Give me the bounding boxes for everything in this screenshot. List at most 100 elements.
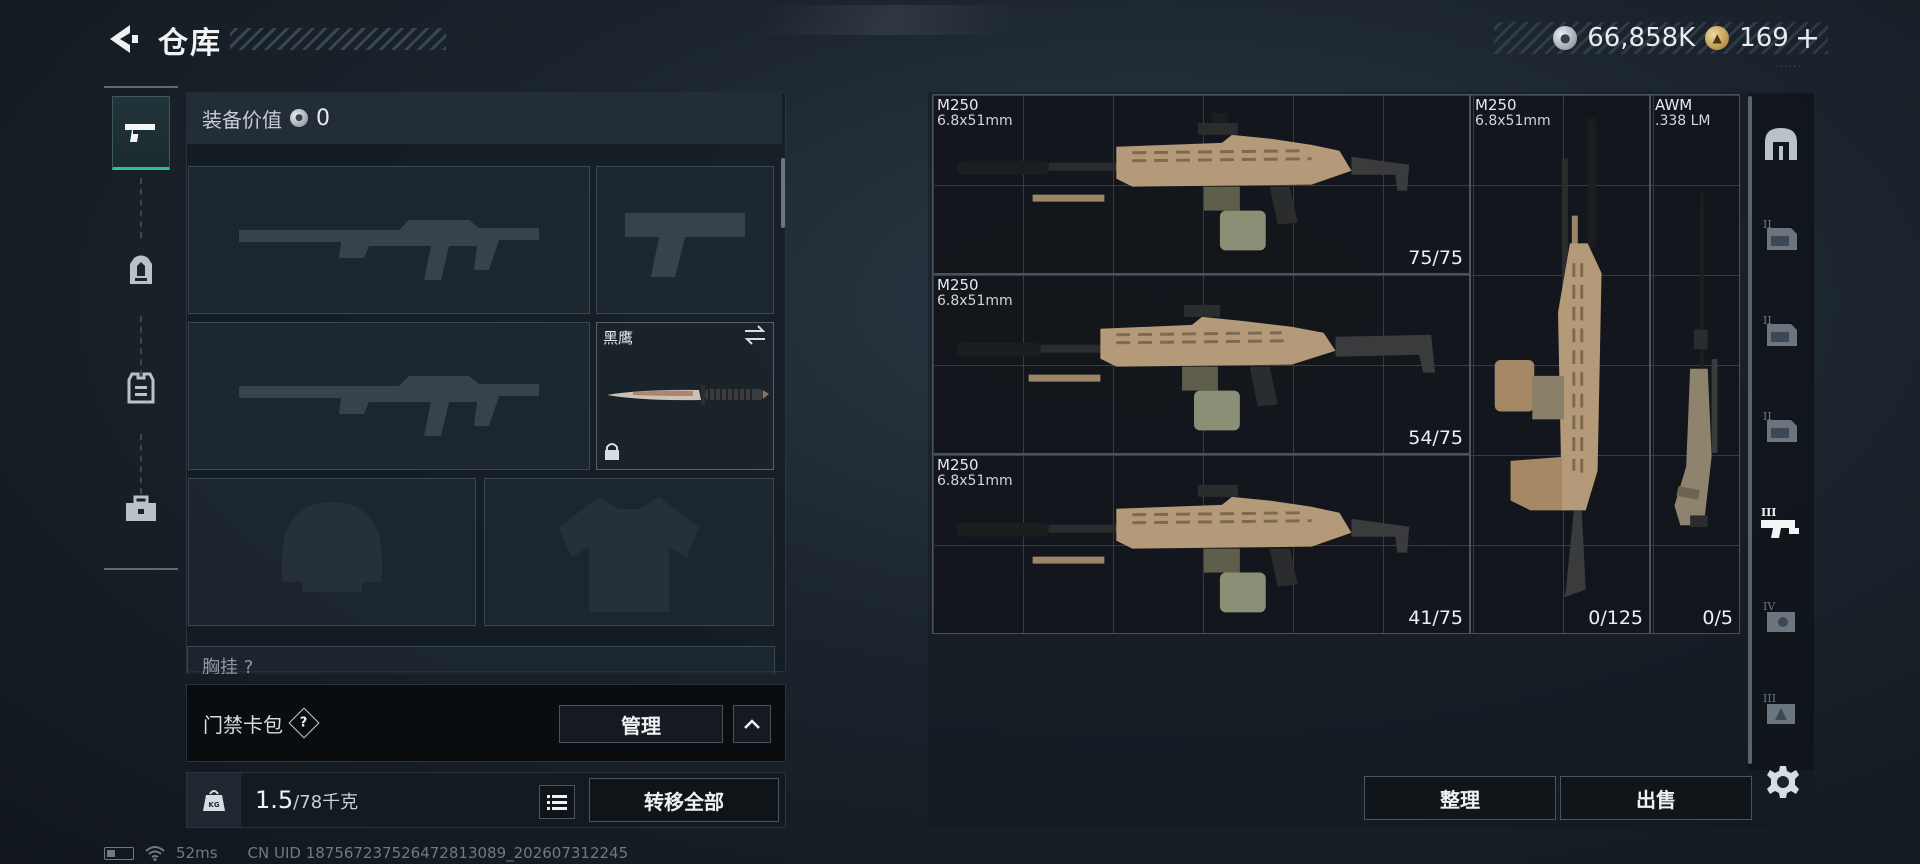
storage-filter-column: II II II III IV III bbox=[1748, 94, 1814, 770]
wifi-icon bbox=[145, 846, 165, 861]
sort-button[interactable]: 整理 bbox=[1364, 776, 1556, 820]
keycard-pack-bar: 门禁卡包 ? 管理 bbox=[186, 684, 786, 762]
settings-button[interactable] bbox=[1761, 760, 1805, 804]
list-icon bbox=[547, 795, 567, 810]
melee-slot[interactable]: 黑鹰 bbox=[596, 322, 774, 470]
storage-item-awm[interactable]: AWM .338 LM 0/5 bbox=[1650, 94, 1740, 634]
melee-item-name: 黑鹰 bbox=[603, 329, 634, 347]
machine-gun-image bbox=[956, 304, 1436, 431]
pistol-icon bbox=[125, 124, 155, 142]
help-icon[interactable]: ? bbox=[288, 707, 320, 739]
tier-iii-weapon-icon: III bbox=[1761, 506, 1799, 538]
machine-gun-image bbox=[956, 112, 1410, 251]
lock-icon bbox=[603, 441, 621, 465]
equipment-scrollbar[interactable] bbox=[781, 158, 785, 228]
equipment-value-header: 装备价值 ● 0 bbox=[186, 92, 782, 144]
filter-tier-ii-1[interactable]: II bbox=[1759, 212, 1803, 256]
tab-weapons[interactable] bbox=[112, 96, 170, 170]
tier-iii-case-icon: III bbox=[1763, 692, 1795, 724]
settings-gear-icon bbox=[1767, 766, 1799, 798]
silver-coin-icon: ● bbox=[1553, 26, 1578, 50]
equipment-value-label: 装备价值 bbox=[202, 107, 282, 132]
version-marker: · · · · · · bbox=[1776, 63, 1801, 71]
manage-button[interactable]: 管理 bbox=[559, 705, 723, 743]
helmet-silhouette-icon bbox=[189, 479, 475, 625]
machine-gun-vertical-image bbox=[1494, 118, 1602, 598]
helmet-slot[interactable] bbox=[188, 478, 476, 626]
rifle-silhouette-icon bbox=[189, 167, 589, 313]
filter-tier-iii-case[interactable]: III bbox=[1759, 686, 1803, 730]
back-button[interactable] bbox=[102, 20, 144, 58]
tab-divider bbox=[140, 178, 142, 238]
tier-ii-case-icon: II bbox=[1763, 410, 1797, 442]
title-stripe-decoration bbox=[230, 28, 446, 50]
weight-bar: KG 1.5/78千克 转移全部 bbox=[186, 772, 786, 828]
transfer-all-button[interactable]: 转移全部 bbox=[589, 778, 779, 822]
armor-slot[interactable] bbox=[484, 478, 774, 626]
tab-backpack[interactable] bbox=[112, 234, 170, 308]
swap-icon[interactable] bbox=[743, 325, 767, 349]
collapse-button[interactable] bbox=[733, 705, 771, 743]
svg-text:KG: KG bbox=[208, 801, 219, 809]
storage-scrollbar[interactable] bbox=[1748, 96, 1752, 764]
machine-gun-image bbox=[956, 484, 1410, 613]
back-arrow-icon bbox=[110, 25, 138, 53]
vest-icon bbox=[127, 372, 155, 404]
filter-tier-iv[interactable]: IV bbox=[1759, 594, 1803, 638]
storage-item-m250-4[interactable]: M250 6.8x51mm 0/125 bbox=[1470, 94, 1650, 634]
armor-silhouette-icon bbox=[485, 479, 773, 625]
pistol-slot[interactable] bbox=[596, 166, 774, 314]
carry-weight: 1.5/78千克 bbox=[255, 786, 359, 814]
list-view-button[interactable] bbox=[539, 785, 575, 819]
currency-bar: ● 66,858K ▲ 169 + bbox=[1494, 21, 1828, 56]
filter-tier-ii-2[interactable]: II bbox=[1759, 308, 1803, 352]
item-ammo-count: 75/75 bbox=[1408, 247, 1463, 269]
uid-readout: CN UID 187567237526472813089_20260731224… bbox=[247, 844, 629, 862]
svg-text:IV: IV bbox=[1763, 600, 1776, 613]
tier-ii-case-icon: II bbox=[1763, 218, 1797, 250]
tier-iv-case-icon: IV bbox=[1763, 600, 1795, 632]
briefcase-icon bbox=[126, 495, 156, 521]
equipment-category-tabs bbox=[104, 86, 178, 570]
keycard-pack-label: 门禁卡包 bbox=[203, 712, 283, 737]
sniper-rifle-image bbox=[1674, 192, 1718, 528]
tab-case[interactable] bbox=[112, 472, 170, 546]
item-ammo-count: 0/125 bbox=[1588, 607, 1643, 629]
storage-item-m250-2[interactable]: M250 6.8x51mm 54/75 bbox=[932, 274, 1470, 454]
item-ammo-count: 54/75 bbox=[1408, 427, 1463, 449]
gold-coin-icon: ▲ bbox=[1705, 26, 1730, 50]
add-currency-button[interactable]: + bbox=[1795, 21, 1820, 56]
battery-icon bbox=[104, 846, 134, 860]
filter-tier-ii-3[interactable]: II bbox=[1759, 404, 1803, 448]
primary-weapon-slot[interactable] bbox=[188, 166, 590, 314]
system-status-bar: 52ms CN UID 187567237526472813089_202607… bbox=[104, 844, 628, 862]
pistol-silhouette-icon bbox=[597, 167, 773, 313]
backpack-icon bbox=[130, 255, 152, 284]
chest-rig-slot[interactable]: 胸挂 ? bbox=[187, 646, 775, 674]
equipment-value: 0 bbox=[316, 105, 330, 131]
svg-text:III: III bbox=[1761, 506, 1776, 519]
tier-ii-case-icon: II bbox=[1763, 314, 1797, 346]
svg-text:III: III bbox=[1763, 692, 1776, 705]
filter-tier-iii-weapons[interactable]: III bbox=[1759, 500, 1803, 544]
silver-coin-icon: ● bbox=[290, 109, 308, 127]
chevron-up-icon bbox=[744, 719, 760, 729]
secondary-weapon-slot[interactable] bbox=[188, 322, 590, 470]
silver-amount: 66,858K bbox=[1587, 23, 1696, 53]
knife-image bbox=[607, 385, 769, 405]
gold-amount: 169 bbox=[1739, 23, 1789, 53]
helmet-category-icon bbox=[1765, 128, 1797, 160]
storage-item-m250-3[interactable]: M250 6.8x51mm 41/75 bbox=[932, 454, 1470, 634]
chest-rig-label: 胸挂 ? bbox=[202, 657, 254, 674]
filter-all[interactable] bbox=[1759, 122, 1803, 166]
page-title: 仓库 bbox=[158, 26, 222, 61]
tab-vest[interactable] bbox=[112, 350, 170, 424]
sky-haze bbox=[754, 5, 1026, 35]
item-ammo-count: 41/75 bbox=[1408, 607, 1463, 629]
weight-icon: KG bbox=[187, 773, 241, 827]
latency-readout: 52ms bbox=[176, 844, 218, 862]
item-ammo-count: 0/5 bbox=[1702, 607, 1733, 629]
sell-button[interactable]: 出售 bbox=[1560, 776, 1752, 820]
rifle-silhouette-icon bbox=[189, 323, 589, 469]
storage-item-m250-1[interactable]: M250 6.8x51mm 75/75 bbox=[932, 94, 1470, 274]
